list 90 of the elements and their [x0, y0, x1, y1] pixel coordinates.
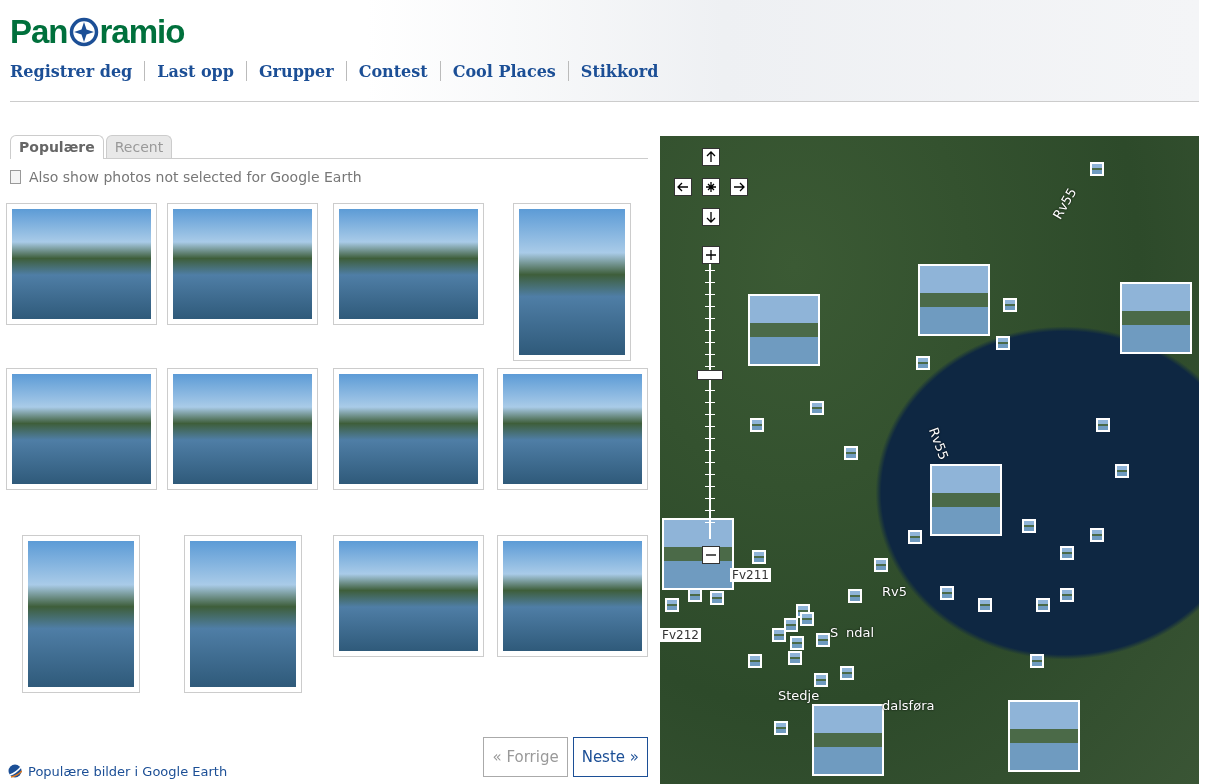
map-photo-marker[interactable]	[840, 666, 854, 680]
map-photo-marker[interactable]	[916, 356, 930, 370]
photo-thumbnail[interactable]	[496, 368, 648, 490]
pan-right-button[interactable]	[730, 178, 748, 196]
nav-link[interactable]: Cool Places	[452, 61, 556, 81]
map-photo-marker[interactable]	[790, 636, 804, 650]
photo-thumbnail[interactable]	[183, 535, 302, 693]
pan-left-button[interactable]	[674, 178, 692, 196]
map-photo-marker[interactable]	[1036, 598, 1050, 612]
map-photo-marker[interactable]	[1030, 654, 1044, 668]
map-photo-marker[interactable]	[774, 721, 788, 735]
map-photo-marker[interactable]	[688, 588, 702, 602]
photo-thumbnail[interactable]	[333, 535, 484, 657]
photo-thumbnail[interactable]	[496, 535, 648, 657]
photo-thumbnail[interactable]	[22, 535, 140, 693]
map-photo-marker[interactable]	[874, 558, 888, 572]
logo-text: Pan	[10, 13, 68, 51]
map-photo-marker[interactable]	[784, 618, 798, 632]
pan-up-button[interactable]	[702, 148, 720, 166]
zoom-slider-handle[interactable]	[697, 370, 723, 380]
map-photo-marker[interactable]	[1060, 546, 1074, 560]
pan-up-icon	[705, 151, 717, 163]
map-photo-marker[interactable]	[665, 598, 679, 612]
map-photo-marker[interactable]	[752, 550, 766, 564]
photo-thumbnail[interactable]	[167, 368, 318, 490]
pan-right-icon	[733, 181, 745, 193]
map-photo-marker[interactable]	[908, 530, 922, 544]
place-label: dalsføra	[882, 698, 935, 713]
map-photo-marker[interactable]	[1060, 588, 1074, 602]
map-photo-marker[interactable]	[1115, 464, 1129, 478]
nav-link[interactable]: Stikkord	[580, 61, 659, 81]
pan-down-button[interactable]	[702, 208, 720, 226]
checkbox[interactable]	[10, 170, 21, 184]
center-icon	[705, 181, 717, 193]
photo-thumbnail[interactable]	[5, 368, 157, 490]
map-photo-marker[interactable]	[1090, 162, 1104, 176]
tab[interactable]: Populære	[10, 135, 104, 159]
map-photo-marker[interactable]	[750, 418, 764, 432]
globe-icon	[8, 763, 22, 779]
map-photo-marker[interactable]	[788, 651, 802, 665]
nav-link[interactable]: Registrer deg	[10, 61, 133, 81]
map-photo-marker[interactable]	[710, 591, 724, 605]
road-label: Fv212	[660, 628, 701, 642]
photo-thumbnail[interactable]	[5, 203, 157, 325]
place-label: ndal	[846, 625, 875, 640]
place-label: S	[830, 625, 839, 640]
map-photo-marker[interactable]	[1003, 298, 1017, 312]
map-photo-marker[interactable]	[812, 704, 884, 776]
nav-link[interactable]: Contest	[358, 61, 428, 81]
place-label: Rv55	[925, 425, 952, 462]
place-label: Rv5	[882, 584, 907, 599]
map-photo-marker[interactable]	[748, 654, 762, 668]
map-photo-marker[interactable]	[940, 586, 954, 600]
map-photo-marker[interactable]	[1120, 282, 1192, 354]
pan-left-icon	[677, 181, 689, 193]
map-photo-marker[interactable]	[814, 673, 828, 687]
map-photo-marker[interactable]	[918, 264, 990, 336]
map-photo-marker[interactable]	[1090, 528, 1104, 542]
photo-thumbnail[interactable]	[333, 203, 484, 325]
photo-thumbnail[interactable]	[333, 368, 484, 490]
zoom-in-icon	[705, 249, 717, 261]
map-photo-marker[interactable]	[816, 633, 830, 647]
zoom-out-button[interactable]	[702, 546, 720, 564]
nav-link[interactable]: Grupper	[258, 61, 334, 81]
google-earth-link[interactable]: Populære bilder i Google Earth	[28, 763, 228, 779]
map-photo-marker[interactable]	[748, 294, 820, 366]
pan-down-icon	[705, 211, 717, 223]
road-label: Fv211	[730, 568, 771, 582]
map-photo-marker[interactable]	[1022, 519, 1036, 533]
next-button[interactable]: Neste »	[572, 737, 648, 777]
map-photo-marker[interactable]	[848, 589, 862, 603]
map-photo-marker[interactable]	[772, 628, 786, 642]
photo-thumbnail[interactable]	[513, 203, 631, 361]
map-photo-marker[interactable]	[800, 612, 814, 626]
map-photo-marker[interactable]	[930, 464, 1002, 536]
map-photo-marker[interactable]	[1096, 418, 1110, 432]
center-button[interactable]	[702, 178, 720, 196]
checkbox-label: Also show photos not selected for Google Earth	[29, 169, 362, 185]
logo-text: ramio	[99, 13, 185, 51]
zoom-in-button[interactable]	[702, 246, 720, 264]
nav-link[interactable]: Last opp	[157, 61, 234, 81]
compass-icon	[68, 17, 99, 47]
map-photo-marker[interactable]	[844, 446, 858, 460]
map-photo-marker[interactable]	[996, 336, 1010, 350]
map-photo-marker[interactable]	[810, 401, 824, 415]
photo-thumbnail[interactable]	[167, 203, 318, 325]
map-photo-marker[interactable]	[978, 598, 992, 612]
map-photo-marker[interactable]	[662, 518, 734, 590]
place-label: Stedje	[778, 688, 820, 703]
map-photo-marker[interactable]	[1008, 700, 1080, 772]
